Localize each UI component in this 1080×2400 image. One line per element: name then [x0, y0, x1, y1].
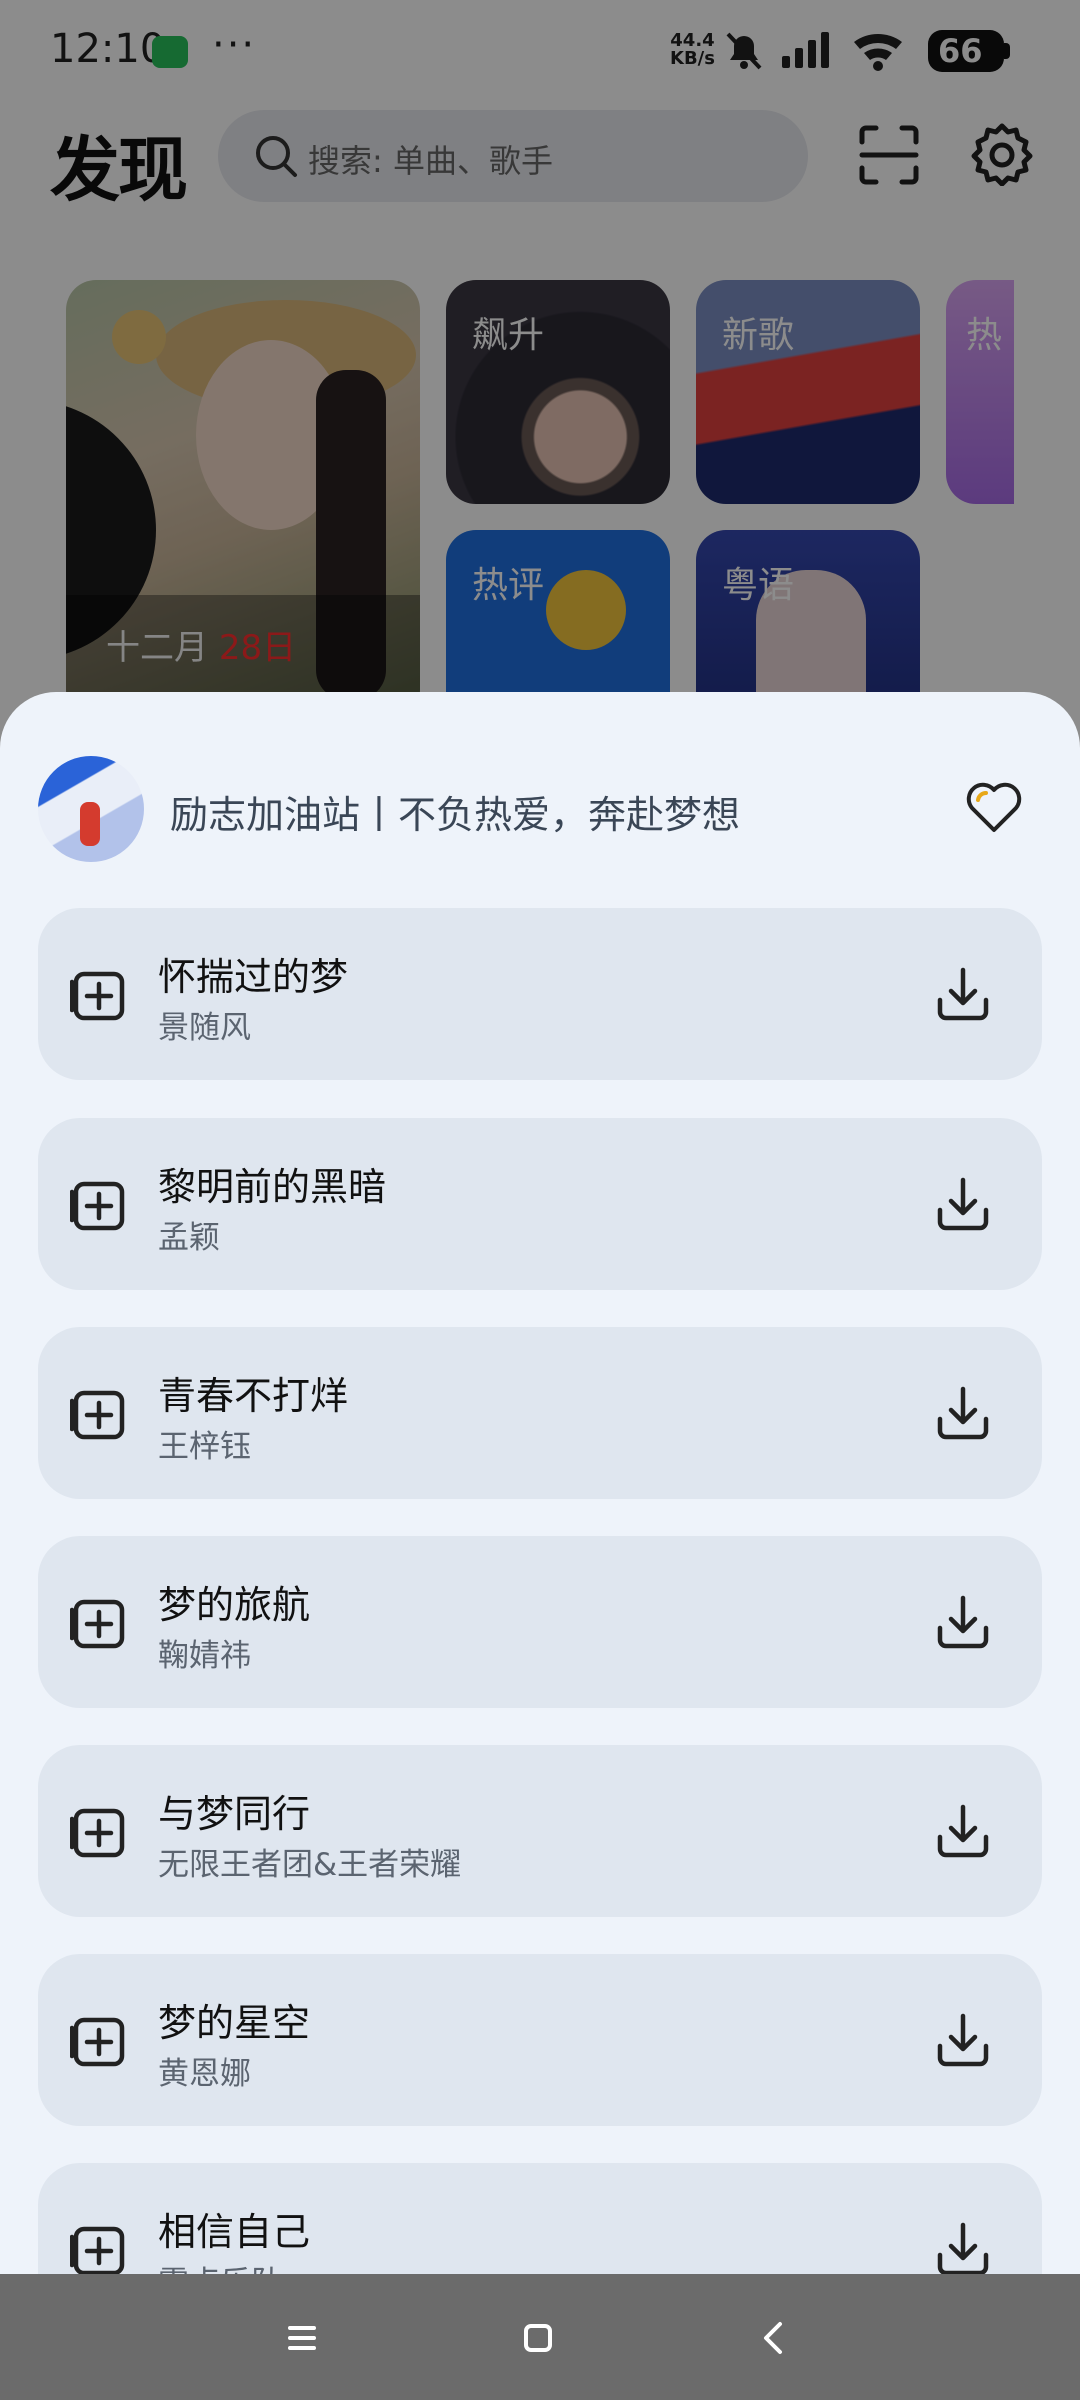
song-title: 相信自己 — [158, 2210, 311, 2254]
song-artist: 王梓钰 — [158, 1429, 251, 1465]
cover-figure — [80, 802, 100, 846]
download-icon[interactable] — [932, 1592, 994, 1654]
song-row[interactable]: 与梦同行 无限王者团&王者荣耀 — [38, 1745, 1042, 1917]
song-artist: 零点乐队 — [158, 2257, 282, 2274]
download-icon[interactable] — [932, 2010, 994, 2072]
favorite-heart-icon[interactable] — [964, 778, 1024, 838]
add-to-playlist-icon[interactable] — [69, 2221, 128, 2274]
song-row[interactable]: 黎明前的黑暗 孟颖 — [38, 1118, 1042, 1290]
back-icon[interactable] — [746, 2310, 802, 2366]
add-to-playlist-icon[interactable] — [69, 1176, 128, 1234]
song-row[interactable]: 怀揣过的梦 景随风 — [38, 908, 1042, 1080]
add-to-playlist-icon[interactable] — [69, 1803, 128, 1861]
download-icon[interactable] — [932, 1801, 994, 1863]
song-title: 梦的旅航 — [158, 1583, 311, 1627]
song-artist: 无限王者团&王者荣耀 — [158, 1847, 462, 1883]
system-nav-bar — [0, 2274, 1080, 2400]
song-artist: 孟颖 — [158, 1220, 220, 1256]
add-to-playlist-icon[interactable] — [69, 1385, 128, 1443]
recent-apps-icon[interactable] — [274, 2310, 330, 2366]
download-icon[interactable] — [932, 964, 994, 1026]
song-title: 黎明前的黑暗 — [158, 1165, 387, 1209]
add-to-playlist-icon[interactable] — [69, 1594, 128, 1652]
home-icon[interactable] — [510, 2310, 566, 2366]
playlist-header: 励志加油站丨不负热爱，奔赴梦想 — [0, 692, 1080, 892]
song-artist: 鞠婧祎 — [158, 1638, 251, 1674]
download-icon[interactable] — [932, 1174, 994, 1236]
add-to-playlist-icon[interactable] — [69, 966, 128, 1024]
playlist-title: 励志加油站丨不负热爱，奔赴梦想 — [170, 793, 741, 837]
add-to-playlist-icon[interactable] — [69, 2012, 128, 2070]
song-title: 与梦同行 — [158, 1792, 311, 1836]
song-title: 青春不打烊 — [158, 1374, 349, 1418]
song-title: 梦的星空 — [158, 2001, 311, 2045]
song-artist: 黄恩娜 — [158, 2056, 251, 2092]
song-row[interactable]: 梦的旅航 鞠婧祎 — [38, 1536, 1042, 1708]
song-title: 怀揣过的梦 — [158, 955, 349, 999]
download-icon[interactable] — [932, 2219, 994, 2274]
playlist-cover — [38, 756, 144, 862]
song-row[interactable]: 梦的星空 黄恩娜 — [38, 1954, 1042, 2126]
download-icon[interactable] — [932, 1383, 994, 1445]
song-row[interactable]: 青春不打烊 王梓钰 — [38, 1327, 1042, 1499]
song-artist: 景随风 — [158, 1010, 251, 1046]
song-row[interactable]: 相信自己 零点乐队 — [38, 2163, 1042, 2274]
playlist-sheet: 励志加油站丨不负热爱，奔赴梦想 怀揣过的梦 景随风 黎明前的黑暗 孟颖 青春不打… — [0, 692, 1080, 2274]
